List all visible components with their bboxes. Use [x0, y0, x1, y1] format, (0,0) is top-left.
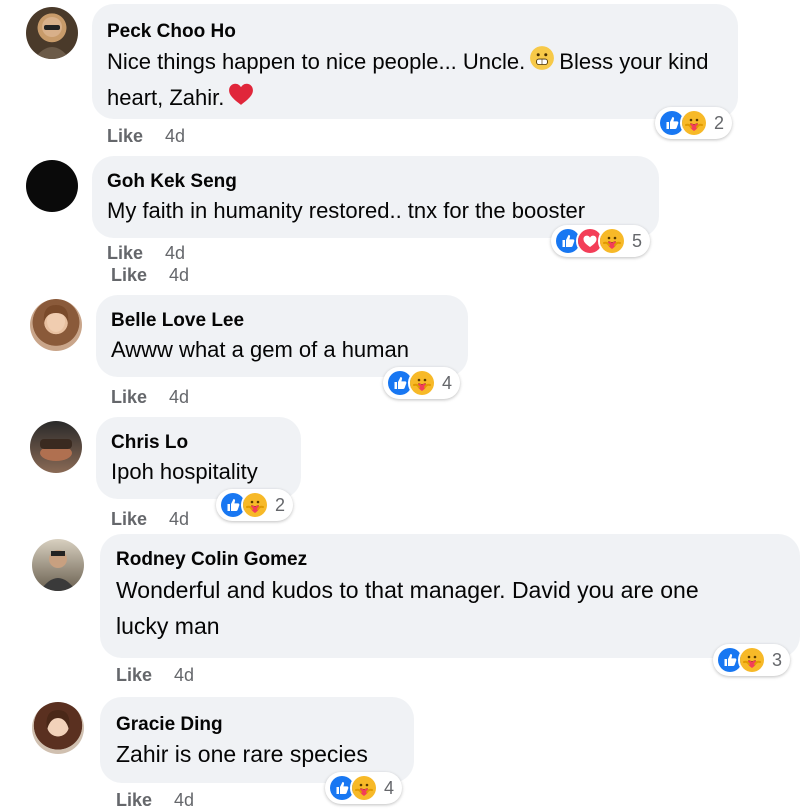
comment-actions: Like 4d — [107, 243, 185, 264]
person-silhouette-icon — [43, 305, 69, 332]
reaction-count: 3 — [772, 649, 783, 670]
comment-actions: Like 4d — [107, 126, 185, 147]
care-icon — [598, 227, 626, 255]
comment-text: Nice things happen to nice people... Unc… — [107, 45, 722, 116]
reaction-summary[interactable]: 5 — [551, 225, 651, 257]
avatar[interactable] — [30, 299, 82, 351]
like-button[interactable]: Like — [107, 126, 143, 146]
comment-actions: Like 4d — [111, 509, 189, 530]
person-silhouette-icon — [40, 550, 76, 591]
reaction-summary[interactable]: 3 — [713, 644, 791, 676]
comment-author[interactable]: Belle Love Lee — [111, 309, 452, 333]
care-icon — [680, 109, 708, 137]
avatar[interactable] — [26, 160, 78, 212]
person-silhouette-icon — [46, 710, 70, 735]
reaction-summary[interactable]: 2 — [655, 107, 733, 139]
comment-timestamp[interactable]: 4d — [174, 665, 194, 685]
comment-actions: Like 4d — [111, 387, 189, 408]
comment-bubble: Gracie Ding Zahir is one rare species — [100, 697, 414, 783]
reaction-count: 2 — [714, 112, 725, 133]
care-icon — [350, 774, 378, 802]
reaction-count: 4 — [384, 777, 395, 798]
comment-timestamp[interactable]: 4d — [169, 387, 189, 407]
comment-actions: Like 4d — [116, 665, 194, 686]
comment-bubble: Rodney Colin Gomez Wonderful and kudos t… — [100, 534, 800, 658]
person-silhouette-icon — [34, 17, 70, 59]
comment-text: Awww what a gem of a human — [111, 337, 409, 362]
comment-author[interactable]: Chris Lo — [111, 431, 285, 455]
comment-author[interactable]: Gracie Ding — [116, 713, 398, 737]
reaction-summary[interactable]: 2 — [216, 489, 294, 521]
care-icon — [738, 646, 766, 674]
like-button[interactable]: Like — [116, 790, 152, 810]
comment-text: Ipoh hospitality — [111, 459, 258, 484]
comment-text: Zahir is one rare species — [116, 741, 368, 767]
grimacing-face-icon — [529, 45, 555, 81]
like-button[interactable]: Like — [116, 665, 152, 685]
comment-timestamp[interactable]: 4d — [165, 126, 185, 146]
comment-actions: Like 4d — [111, 265, 189, 286]
comment-timestamp[interactable]: 4d — [174, 790, 194, 810]
comment-author[interactable]: Peck Choo Ho — [107, 20, 722, 44]
care-icon — [241, 491, 269, 519]
comment-bubble: Belle Love Lee Awww what a gem of a huma… — [96, 295, 468, 377]
avatar[interactable] — [26, 7, 78, 59]
reaction-count: 2 — [275, 494, 286, 515]
reaction-count: 5 — [632, 230, 643, 251]
avatar[interactable] — [30, 421, 82, 473]
image-thumbnail-icon — [40, 439, 72, 461]
comment-timestamp[interactable]: 4d — [169, 509, 189, 529]
like-button[interactable]: Like — [111, 387, 147, 407]
like-button[interactable]: Like — [107, 243, 143, 263]
comment-author[interactable]: Goh Kek Seng — [107, 170, 643, 194]
comment-author[interactable]: Rodney Colin Gomez — [116, 548, 784, 572]
reaction-count: 4 — [442, 372, 453, 393]
comment-bubble: Chris Lo Ipoh hospitality — [96, 417, 301, 499]
comment-text: Wonderful and kudos to that manager. Dav… — [116, 577, 699, 639]
care-icon — [408, 369, 436, 397]
reaction-summary[interactable]: 4 — [325, 772, 403, 804]
avatar[interactable] — [32, 539, 84, 591]
comment-bubble: Peck Choo Ho Nice things happen to nice … — [92, 4, 738, 119]
like-button[interactable]: Like — [111, 265, 147, 285]
comment-actions: Like 4d — [116, 790, 194, 811]
reaction-summary[interactable]: 4 — [383, 367, 461, 399]
red-heart-icon — [228, 82, 254, 116]
comment-text: My faith in humanity restored.. tnx for … — [107, 198, 586, 223]
comment-timestamp[interactable]: 4d — [169, 265, 189, 285]
like-button[interactable]: Like — [111, 509, 147, 529]
comment-timestamp[interactable]: 4d — [165, 243, 185, 263]
avatar[interactable] — [32, 702, 84, 754]
comment-text-part: Nice things happen to nice people... Unc… — [107, 49, 526, 74]
